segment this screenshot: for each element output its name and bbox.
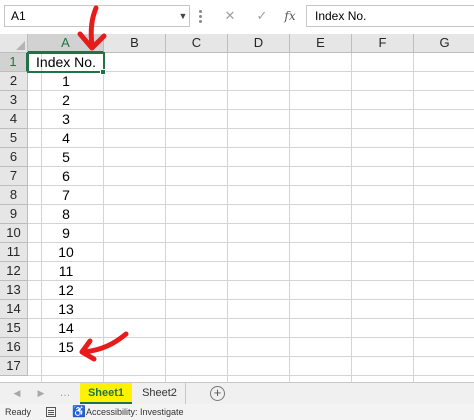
cell-a11[interactable]: 10 [28, 243, 104, 262]
row-header-10[interactable]: 10 [0, 224, 28, 243]
cancel-icon[interactable]: ✕ [220, 5, 240, 27]
tab-sheet1[interactable]: Sheet1 [80, 383, 132, 404]
cell-a1[interactable]: Index No. [28, 53, 104, 72]
cell-a13[interactable]: 12 [28, 281, 104, 300]
cell-a10[interactable]: 9 [28, 224, 104, 243]
row-header-11[interactable]: 11 [0, 243, 28, 262]
fill-handle[interactable] [100, 69, 106, 75]
status-ready: Ready [5, 407, 32, 417]
cell-a9[interactable]: 8 [28, 205, 104, 224]
row-header-1[interactable]: 1 [0, 53, 28, 72]
name-box[interactable]: A1 [4, 5, 190, 27]
formula-bar: A1 ▼ ✕ ✓ fx Index No. [0, 0, 474, 34]
row-header-5[interactable]: 5 [0, 129, 28, 148]
spreadsheet-grid: A B C D E F G 1 2 3 4 5 6 7 8 9 10 11 12… [0, 34, 474, 382]
row-header-14[interactable]: 14 [0, 300, 28, 319]
row-header-4[interactable]: 4 [0, 110, 28, 129]
cell-a2[interactable]: 1 [28, 72, 104, 91]
enter-icon[interactable]: ✓ [252, 5, 272, 27]
sheet-tabs-bar: ◀ ▶ … Sheet1 Sheet2 + [0, 382, 474, 404]
cell-a17[interactable] [28, 357, 104, 376]
accessibility-icon[interactable]: ♿ [72, 404, 86, 420]
cell-a4[interactable]: 3 [28, 110, 104, 129]
row-header-17[interactable]: 17 [0, 357, 28, 376]
row-header-9[interactable]: 9 [0, 205, 28, 224]
row-header-7[interactable]: 7 [0, 167, 28, 186]
more-sheets-icon[interactable]: … [58, 383, 72, 404]
column-header-a[interactable]: A [28, 34, 104, 53]
formula-buttons: ✕ ✓ fx [212, 5, 302, 27]
column-header-e[interactable]: E [290, 34, 352, 53]
row-header-16[interactable]: 16 [0, 338, 28, 357]
row-header-15[interactable]: 15 [0, 319, 28, 338]
row-header-6[interactable]: 6 [0, 148, 28, 167]
cell-a6[interactable]: 5 [28, 148, 104, 167]
row-header-13[interactable]: 13 [0, 281, 28, 300]
row-header-8[interactable]: 8 [0, 186, 28, 205]
cell-a16[interactable]: 15 [28, 338, 104, 357]
column-header-b[interactable]: B [104, 34, 166, 53]
cell-a5[interactable]: 4 [28, 129, 104, 148]
formula-bar-grip-icon[interactable] [196, 9, 206, 23]
cell-a8[interactable]: 7 [28, 186, 104, 205]
row-header-2[interactable]: 2 [0, 72, 28, 91]
name-box-dropdown-icon[interactable]: ▼ [176, 5, 190, 27]
select-all-button[interactable] [0, 34, 28, 53]
column-header-f[interactable]: F [352, 34, 414, 53]
tab-sheet2[interactable]: Sheet2 [134, 383, 186, 404]
accessibility-status[interactable]: Accessibility: Investigate [86, 404, 184, 420]
cell-a14[interactable]: 13 [28, 300, 104, 319]
previous-sheet-icon[interactable]: ◀ [10, 383, 24, 404]
macro-record-icon[interactable] [46, 407, 56, 417]
cell-a7[interactable]: 6 [28, 167, 104, 186]
column-header-g[interactable]: G [414, 34, 474, 53]
insert-function-button[interactable]: fx [280, 5, 300, 27]
next-sheet-icon[interactable]: ▶ [34, 383, 48, 404]
formula-input[interactable]: Index No. [306, 5, 474, 27]
cell-a12[interactable]: 11 [28, 262, 104, 281]
status-bar: Ready ♿ Accessibility: Investigate [0, 404, 474, 420]
add-sheet-button[interactable]: + [210, 386, 225, 401]
cell-a3[interactable]: 2 [28, 91, 104, 110]
column-header-c[interactable]: C [166, 34, 228, 53]
column-header-d[interactable]: D [228, 34, 290, 53]
row-header-12[interactable]: 12 [0, 262, 28, 281]
row-header-3[interactable]: 3 [0, 91, 28, 110]
cell-a15[interactable]: 14 [28, 319, 104, 338]
